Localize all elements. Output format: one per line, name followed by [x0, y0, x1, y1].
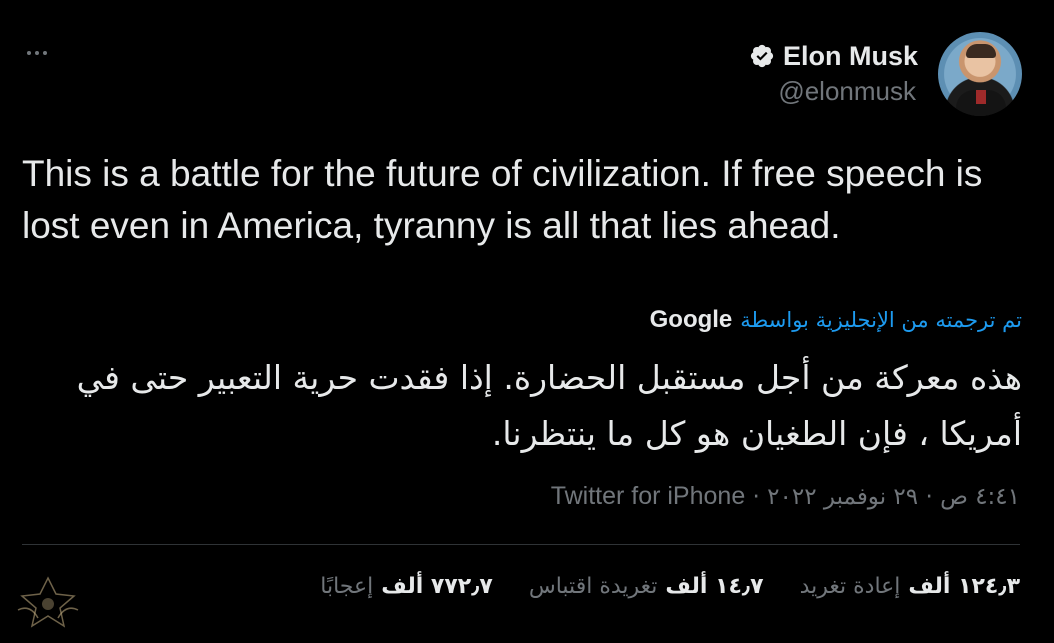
tweet-source[interactable]: Twitter for iPhone: [551, 482, 746, 510]
divider: [22, 544, 1020, 545]
more-dot: [35, 51, 39, 55]
quote-tweets-label: تغريدة اقتباس: [528, 574, 658, 599]
likes-stat[interactable]: ٧٧٢٫٧ ألف إعجابًا: [320, 574, 493, 599]
retweets-count: ١٢٤٫٣ ألف: [908, 574, 1020, 599]
author-name: Elon Musk: [782, 40, 918, 71]
likes-count: ٧٧٢٫٧ ألف: [381, 574, 493, 599]
google-logo: Google: [649, 306, 733, 333]
retweets-stat[interactable]: ١٢٤٫٣ ألف إعادة تغريد: [800, 574, 1020, 599]
translated-by-label[interactable]: تم ترجمته من الإنجليزية بواسطة: [740, 308, 1022, 332]
watermark-logo: [17, 576, 79, 628]
meta-separator: ·: [752, 484, 760, 510]
translated-text: هذه معركة من أجل مستقبل الحضارة. إذا فقد…: [76, 358, 1022, 453]
more-dot: [27, 51, 31, 55]
retweets-label: إعادة تغريد: [799, 574, 901, 599]
avatar-collar: [976, 90, 986, 104]
likes-label: إعجابًا: [320, 574, 374, 599]
author-handle[interactable]: @elonmusk: [778, 76, 916, 107]
quote-tweets-stat[interactable]: ١٤٫٧ ألف تغريدة اقتباس: [529, 574, 764, 599]
avatar-hair: [966, 44, 996, 58]
tweet-text: This is a battle for the future of civil…: [22, 153, 983, 246]
more-dot: [43, 51, 47, 55]
tweet-date[interactable]: ٢٩ نوفمبر ٢٠٢٢: [767, 484, 918, 510]
avatar[interactable]: [938, 32, 1022, 116]
engagement-stats: ١٢٤٫٣ ألف إعادة تغريد ١٤٫٧ ألف تغريدة اق…: [320, 574, 1020, 599]
quote-tweets-count: ١٤٫٧ ألف: [665, 574, 764, 599]
tweet-time[interactable]: ٤:٤١ ص: [940, 484, 1020, 510]
verified-badge-icon: [750, 44, 774, 68]
more-options-icon[interactable]: [22, 38, 52, 68]
translation-attribution: تم ترجمته من الإنجليزية بواسطة Google: [650, 306, 1022, 334]
tweet-meta: ٤:٤١ ص · ٢٩ نوفمبر ٢٠٢٢ · Twitter for iP…: [551, 482, 1020, 511]
meta-separator: ·: [925, 484, 933, 510]
author-name-row[interactable]: Elon Musk: [749, 40, 918, 72]
